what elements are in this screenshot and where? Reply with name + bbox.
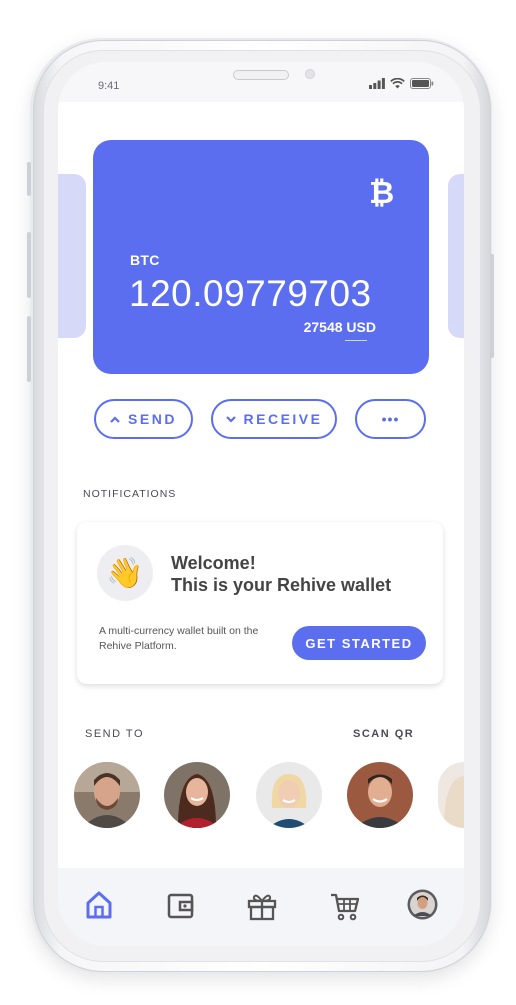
send-label: SEND [128,411,177,427]
send-to-heading: SEND TO [85,728,144,740]
receive-label: RECEIVE [243,411,323,427]
volume-down-button [27,316,31,382]
waving-hand-icon: 👋 [97,545,153,601]
cart-icon[interactable] [330,892,360,922]
front-camera [305,69,315,79]
card-fiat-value: 27548 USD [303,319,376,335]
wifi-icon [390,78,405,89]
chevron-up-icon [110,415,120,423]
status-time: 9:41 [98,80,120,92]
card-balance: 120.09779703 [129,273,372,314]
fiat-underline [345,340,367,341]
power-button [490,254,494,358]
notification-title-line2: This is your Rehive wallet [171,575,392,595]
welcome-notification: 👋 Welcome! This is your Rehive wallet A … [77,522,443,684]
receive-button[interactable]: RECEIVE [211,399,337,439]
get-started-button[interactable]: GET STARTED [292,626,426,660]
speaker-grille [233,70,289,80]
card-peek-right[interactable] [448,174,464,338]
mute-switch [27,162,31,196]
notification-title: Welcome! This is your Rehive wallet [171,552,391,596]
more-dots-icon: ••• [381,411,400,427]
btc-balance-card[interactable]: ₿ BTC 120.09779703 27548 USD [93,140,429,374]
send-button[interactable]: SEND [94,399,193,439]
contact-avatar-4[interactable] [347,762,413,828]
svg-text:₿: ₿ [369,175,394,207]
card-peek-left[interactable] [58,174,86,338]
battery-icon [410,78,434,89]
notification-description: A multi-currency wallet built on the Reh… [99,625,259,652]
bitcoin-icon: ₿ [369,175,394,207]
card-currency-code: BTC [130,252,160,268]
contact-avatar-1[interactable] [74,762,140,828]
home-icon[interactable] [85,890,113,920]
notification-title-line1: Welcome! [171,553,256,573]
contact-avatar-3[interactable] [256,762,322,828]
signal-icon [369,78,385,89]
gift-icon[interactable] [247,891,277,921]
volume-up-button [27,232,31,298]
status-icons [369,78,434,89]
status-bar: 9:41 [58,62,464,102]
more-options-button[interactable]: ••• [355,399,426,439]
contact-avatar-2[interactable] [164,762,230,828]
notifications-heading: NOTIFICATIONS [83,488,177,500]
chevron-down-icon [225,415,236,423]
scan-qr-link[interactable]: SCAN QR [353,728,414,740]
wallet-icon[interactable] [167,892,195,920]
profile-avatar[interactable] [407,889,438,920]
